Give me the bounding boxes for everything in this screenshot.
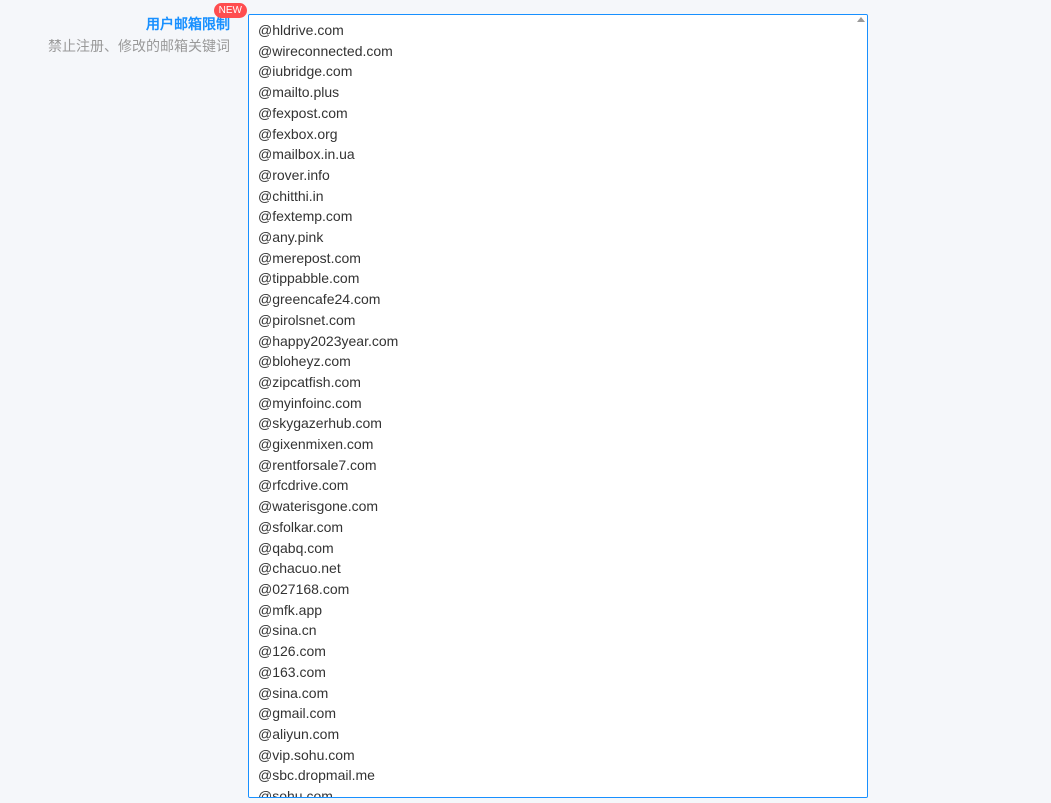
email-restriction-textarea[interactable] bbox=[248, 14, 868, 798]
form-row: 用户邮箱限制 NEW 禁止注册、修改的邮箱关键词 bbox=[0, 0, 1051, 803]
new-badge: NEW bbox=[214, 3, 247, 18]
label-column: 用户邮箱限制 NEW 禁止注册、修改的邮箱关键词 bbox=[0, 14, 248, 803]
textarea-wrapper bbox=[248, 14, 868, 803]
field-label-subtitle: 禁止注册、修改的邮箱关键词 bbox=[0, 36, 230, 56]
